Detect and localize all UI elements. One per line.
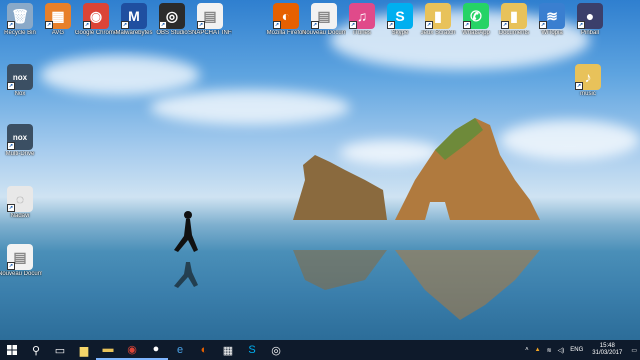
calculator-icon: ▦ bbox=[222, 344, 234, 357]
shortcut-arrow-icon: ↗ bbox=[7, 262, 15, 270]
wifi-icon: ≋ ↗ bbox=[539, 3, 565, 29]
shortcut-arrow-icon: ↗ bbox=[83, 21, 91, 29]
taskbar-sticky-notes-button[interactable]: ▆ bbox=[72, 340, 96, 360]
clock[interactable]: 15:48 31/03/2017 bbox=[592, 343, 622, 357]
runner-silhouette bbox=[174, 211, 198, 288]
music-folder-icon: ♪ ↗ bbox=[575, 64, 601, 90]
pinball-icon: ● ↗ bbox=[577, 3, 603, 29]
rock-reflection bbox=[293, 250, 540, 320]
taskbar-chrome-button[interactable]: ◉ bbox=[120, 340, 144, 360]
desktop-icon[interactable]: nox ↗ Nox bbox=[0, 64, 42, 114]
taskbar-obs-button[interactable]: ◎ bbox=[264, 340, 288, 360]
clock-time: 15:48 bbox=[599, 343, 615, 349]
desktop-wallpaper: 🗑 ↗ Recycle Bin ▦ ↗ AVG ◉ ↗ Google Chrome M ↗ Malwa… bbox=[0, 0, 640, 340]
desktop-icon-label: SNAPCHAT INFO bbox=[188, 30, 232, 36]
desktop-icon[interactable]: ● ↗ Pinball bbox=[568, 3, 612, 53]
desktop-icon-label: music bbox=[580, 91, 596, 97]
taskbar-firefox-button[interactable]: ◐ bbox=[192, 340, 216, 360]
taskbar-app-button[interactable]: ● bbox=[144, 340, 168, 360]
sea-rocks bbox=[293, 118, 540, 220]
nox-icon: nox ↗ bbox=[7, 124, 33, 150]
shortcut-arrow-icon: ↗ bbox=[7, 21, 15, 29]
document-icon: ▤ ↗ bbox=[7, 244, 33, 270]
document-icon: ▤ ↗ bbox=[311, 3, 337, 29]
shortcut-arrow-icon: ↗ bbox=[45, 21, 53, 29]
shortcut-arrow-icon: ↗ bbox=[425, 21, 433, 29]
shortcut-arrow-icon: ↗ bbox=[159, 21, 167, 29]
desktop-icon-label: Nouveau Docum bbox=[0, 271, 42, 277]
avg-icon: ▦ ↗ bbox=[45, 3, 71, 29]
malwarebytes-icon: M ↗ bbox=[121, 3, 147, 29]
recycle-bin-icon: 🗑 ↗ bbox=[7, 3, 33, 29]
shortcut-arrow-icon: ↗ bbox=[7, 204, 15, 212]
firefox-icon: ◐ bbox=[200, 344, 208, 356]
shortcut-arrow-icon: ↗ bbox=[7, 142, 15, 150]
desktop-icon[interactable]: ◌ ↗ Nadavi bbox=[0, 186, 42, 236]
shortcut-arrow-icon: ↗ bbox=[577, 21, 585, 29]
chrome-icon: ◉ ↗ bbox=[83, 3, 109, 29]
file-explorer-icon: ▬ bbox=[102, 343, 114, 355]
taskbar-skype-button[interactable]: S bbox=[240, 340, 264, 360]
search-icon: ⚲ bbox=[31, 344, 41, 357]
taskbar: ⚲ ▭ ▆ ▬ ◉ ● e ◐ ▦ S ◎ ˄ ▲ ≋ ◁) ENG 15:48 31/03/201… bbox=[0, 340, 640, 360]
desktop-icon[interactable]: ♪ ↗ music bbox=[566, 64, 610, 114]
shortcut-arrow-icon: ↗ bbox=[7, 82, 15, 90]
desktop-icon[interactable]: ▤ ↗ Nouveau Docum bbox=[0, 244, 42, 294]
folder-icon: ▮ ↗ bbox=[501, 3, 527, 29]
obs-icon: ◎ ↗ bbox=[159, 3, 185, 29]
skype-icon: S bbox=[248, 344, 256, 356]
firefox-icon: ◐ ↗ bbox=[273, 3, 299, 29]
clock-date: 31/03/2017 bbox=[592, 350, 623, 356]
shortcut-arrow-icon: ↗ bbox=[197, 21, 205, 29]
shortcut-arrow-icon: ↗ bbox=[273, 21, 281, 29]
windows-start-icon bbox=[7, 345, 17, 355]
desktop-icon-label: Pinball bbox=[580, 30, 599, 36]
volume-icon[interactable]: ◁) bbox=[558, 347, 565, 354]
shortcut-arrow-icon: ↗ bbox=[501, 21, 509, 29]
shortcut-arrow-icon: ↗ bbox=[539, 21, 547, 29]
desktop-icon[interactable]: nox ↗ Multi-Drive bbox=[0, 124, 42, 174]
action-center-icon[interactable]: ▭ bbox=[631, 347, 637, 354]
whatsapp-icon: ✆ ↗ bbox=[463, 3, 489, 29]
chrome-icon: ◉ bbox=[127, 343, 137, 356]
app-icon: ◌ ↗ bbox=[7, 186, 33, 212]
sticky-notes-icon: ▆ bbox=[79, 344, 89, 357]
shortcut-arrow-icon: ↗ bbox=[387, 21, 395, 29]
desktop-icon-label: Nox bbox=[14, 91, 26, 97]
shortcut-arrow-icon: ↗ bbox=[575, 82, 583, 90]
edge-icon: e bbox=[176, 344, 184, 356]
folder-icon: ▮ ↗ bbox=[425, 3, 451, 29]
taskbar-task-view-button[interactable]: ▭ bbox=[48, 340, 72, 360]
shortcut-arrow-icon: ↗ bbox=[349, 21, 357, 29]
shortcut-arrow-icon: ↗ bbox=[121, 21, 129, 29]
desktop-icon-label: Nadavi bbox=[10, 213, 30, 219]
desktop-icon[interactable]: ▤ ↗ SNAPCHAT INFO bbox=[188, 3, 232, 53]
shortcut-arrow-icon: ↗ bbox=[311, 21, 319, 29]
obs-icon: ◎ bbox=[271, 344, 281, 357]
language-indicator[interactable]: ENG bbox=[570, 347, 583, 353]
avast-icon[interactable]: ▲ bbox=[535, 347, 541, 353]
app-icon: ● bbox=[152, 343, 160, 355]
cloud bbox=[40, 55, 200, 95]
task-view-icon: ▭ bbox=[54, 344, 66, 357]
show-hidden-icons-chevron[interactable]: ˄ bbox=[525, 347, 529, 353]
system-tray: ˄ ▲ ≋ ◁) ENG 15:48 31/03/2017 ▭ bbox=[522, 340, 640, 360]
wifi-icon[interactable]: ≋ bbox=[547, 347, 552, 354]
taskbar-edge-button[interactable]: e bbox=[168, 340, 192, 360]
windows-start-button[interactable] bbox=[0, 340, 24, 360]
document-icon: ▤ ↗ bbox=[197, 3, 223, 29]
shortcut-arrow-icon: ↗ bbox=[463, 21, 471, 29]
taskbar-search-button[interactable]: ⚲ bbox=[24, 340, 48, 360]
desktop-icon-label: Multi-Drive bbox=[5, 151, 35, 157]
itunes-icon: ♫ ↗ bbox=[349, 3, 375, 29]
nox-icon: nox ↗ bbox=[7, 64, 33, 90]
taskbar-file-explorer-button[interactable]: ▬ bbox=[96, 340, 120, 360]
taskbar-calculator-button[interactable]: ▦ bbox=[216, 340, 240, 360]
skype-icon: S ↗ bbox=[387, 3, 413, 29]
